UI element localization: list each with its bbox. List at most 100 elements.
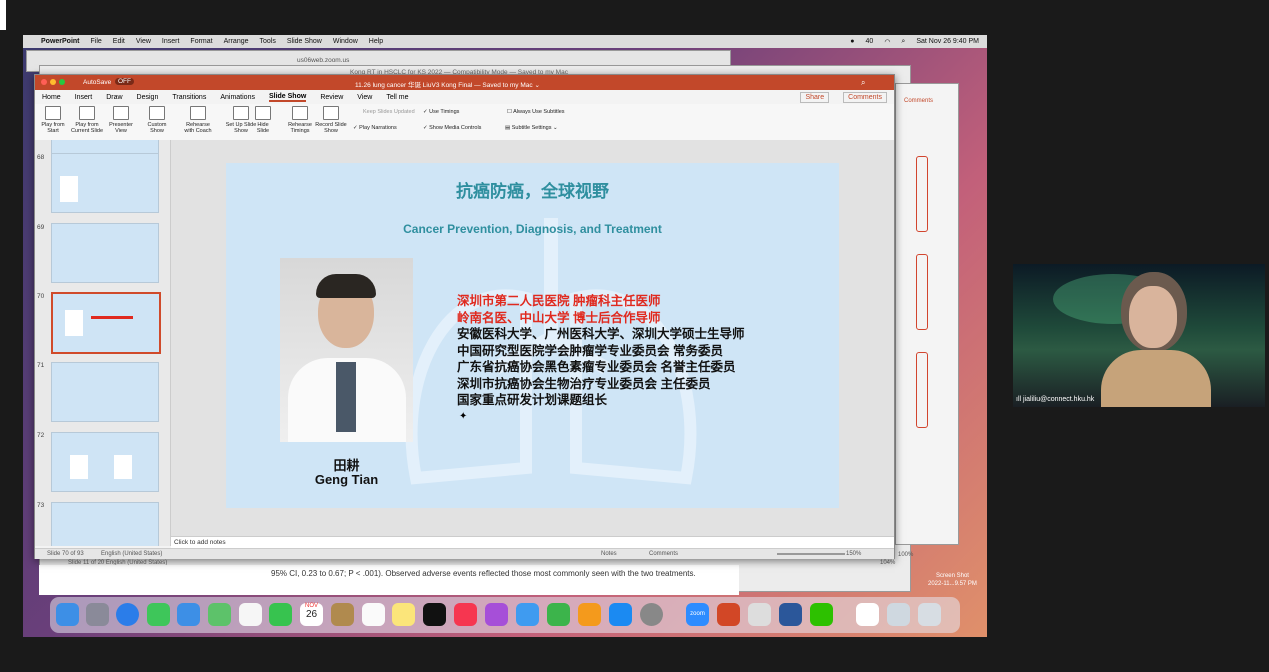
slide-thumbnail[interactable] <box>51 362 159 422</box>
menu-edit[interactable]: Edit <box>113 38 125 45</box>
maps-icon[interactable] <box>208 603 231 626</box>
zoom-window-icon[interactable] <box>59 79 65 85</box>
slide-thumbnail[interactable] <box>51 502 159 546</box>
webcam-video-tile[interactable]: ıll jialiliu@connect.hku.hk <box>1013 264 1265 407</box>
podcasts-icon[interactable] <box>485 603 508 626</box>
slide-thumbnail[interactable] <box>51 432 159 492</box>
contacts-icon[interactable] <box>331 603 354 626</box>
thumb-portrait <box>60 176 78 202</box>
slide-subtitle: Cancer Prevention, Diagnosis, and Treatm… <box>403 222 662 236</box>
autosave-toggle[interactable]: OFF <box>115 78 134 85</box>
trash-icon[interactable] <box>918 603 941 626</box>
menu-file[interactable]: File <box>91 38 102 45</box>
calendar-icon[interactable]: NOV 26 <box>300 603 323 626</box>
notes-toggle[interactable]: Notes <box>601 551 617 557</box>
custom-show-button[interactable]: Custom Show <box>140 106 174 134</box>
slide-thumbnail[interactable] <box>51 223 159 283</box>
thumb-number: 68 <box>37 154 45 161</box>
rehearse-timings-button[interactable]: Rehearse Timings <box>283 106 317 134</box>
word-icon[interactable] <box>779 603 802 626</box>
menu-tools[interactable]: Tools <box>260 38 276 45</box>
numbers-icon[interactable] <box>547 603 570 626</box>
menu-slideshow[interactable]: Slide Show <box>287 38 322 45</box>
comments-toggle[interactable]: Comments <box>649 551 678 557</box>
facetime-icon[interactable] <box>269 603 292 626</box>
finder-icon[interactable] <box>56 603 79 626</box>
play-from-start-button[interactable]: Play from Start <box>36 106 70 134</box>
notes-placeholder[interactable]: Click to add notes <box>174 539 226 546</box>
tab-animations[interactable]: Animations <box>220 94 255 101</box>
browser-url[interactable]: us06web.zoom.us <box>297 57 349 64</box>
tab-slideshow[interactable]: Slide Show <box>268 93 307 102</box>
menu-format[interactable]: Format <box>190 38 212 45</box>
tab-view[interactable]: View <box>357 94 372 101</box>
slide-counter: Slide 70 of 93 <box>47 551 84 557</box>
safari-icon[interactable] <box>116 603 139 626</box>
tab-review[interactable]: Review <box>320 94 343 101</box>
appstore-icon[interactable] <box>609 603 632 626</box>
keynote-icon[interactable] <box>516 603 539 626</box>
music-icon[interactable] <box>454 603 477 626</box>
tab-home[interactable]: Home <box>42 94 61 101</box>
menu-help[interactable]: Help <box>369 38 383 45</box>
tab-transitions[interactable]: Transitions <box>172 94 206 101</box>
photos-icon[interactable] <box>239 603 262 626</box>
preview-icon[interactable] <box>748 603 771 626</box>
mac-dock: NOV 26 zoom <box>50 597 960 633</box>
notes-icon[interactable] <box>392 603 415 626</box>
slide-thumbnail[interactable] <box>51 153 159 213</box>
menu-arrange[interactable]: Arrange <box>224 38 249 45</box>
messages-icon[interactable] <box>147 603 170 626</box>
play-from-current-button[interactable]: Play from Current Slide <box>70 106 104 134</box>
wechat-icon[interactable] <box>810 603 833 626</box>
side-slide-frame <box>916 156 928 232</box>
document-title[interactable]: 11.26 lung cancer 华诞 LiuV3 Kong Final — … <box>355 79 540 89</box>
zoom-slider[interactable] <box>777 553 845 555</box>
pages-icon[interactable] <box>578 603 601 626</box>
menu-view[interactable]: View <box>136 38 151 45</box>
wifi-icon[interactable]: ◠ <box>884 38 890 46</box>
ppt-titlebar: AutoSave OFF 11.26 lung cancer 华诞 LiuV3 … <box>35 75 894 90</box>
minimize-icon[interactable] <box>50 79 56 85</box>
slide-thumbnail-selected[interactable] <box>51 292 161 354</box>
tell-me[interactable]: Tell me <box>386 94 408 101</box>
tab-draw[interactable]: Draw <box>106 94 122 101</box>
record-slideshow-button[interactable]: Record Slide Show <box>314 106 348 134</box>
tab-insert[interactable]: Insert <box>75 94 93 101</box>
subtitle-settings-dropdown[interactable]: ▤ Subtitle Settings ⌄ <box>505 125 558 131</box>
slide-thumbnails-pane[interactable]: 68 69 70 71 72 73 <box>35 140 171 546</box>
language-indicator[interactable]: English (United States) <box>101 551 162 557</box>
wechat-status-icon[interactable]: ● <box>850 38 854 45</box>
coach-icon <box>190 106 206 120</box>
current-slide[interactable]: 抗癌防癌，全球视野 Cancer Prevention, Diagnosis, … <box>226 163 839 508</box>
screenshot-file-label[interactable]: Screen Shot 2022-11...9.57 PM <box>928 572 977 588</box>
use-timings-checkbox[interactable]: ✓ Use Timings <box>423 109 459 115</box>
close-icon[interactable] <box>41 79 47 85</box>
mail-icon[interactable] <box>177 603 200 626</box>
search-icon[interactable]: ⌕ <box>861 78 865 88</box>
comments-button[interactable]: Comments <box>843 91 887 103</box>
menu-window[interactable]: Window <box>333 38 358 45</box>
keep-updated-option[interactable]: Keep Slides Updated <box>363 109 415 115</box>
settings-icon[interactable] <box>640 603 663 626</box>
show-media-checkbox[interactable]: ✓ Show Media Controls <box>423 125 481 131</box>
hide-slide-button[interactable]: Hide Slide <box>251 106 275 134</box>
tab-design[interactable]: Design <box>137 94 159 101</box>
slide-thumbnail[interactable] <box>51 140 159 154</box>
launchpad-icon[interactable] <box>86 603 109 626</box>
appletv-icon[interactable] <box>423 603 446 626</box>
always-subtitles-checkbox[interactable]: ☐ Always Use Subtitles <box>507 109 565 115</box>
rehearse-coach-button[interactable]: Rehearse with Coach <box>181 106 215 134</box>
side-comments-label[interactable]: Comments <box>904 98 933 104</box>
reminders-icon[interactable] <box>362 603 385 626</box>
zoom-app-icon[interactable]: zoom <box>686 603 709 626</box>
presenter-view-button[interactable]: Presenter View <box>104 106 138 134</box>
document-icon[interactable] <box>856 603 879 626</box>
menu-app[interactable]: PowerPoint <box>41 38 80 45</box>
powerpoint-icon[interactable] <box>717 603 740 626</box>
downloads-icon[interactable] <box>887 603 910 626</box>
share-button[interactable]: Share <box>800 91 830 103</box>
search-icon[interactable]: ⌕ <box>901 38 905 46</box>
menu-insert[interactable]: Insert <box>162 38 180 45</box>
play-narrations-checkbox[interactable]: ✓ Play Narrations <box>353 125 397 131</box>
